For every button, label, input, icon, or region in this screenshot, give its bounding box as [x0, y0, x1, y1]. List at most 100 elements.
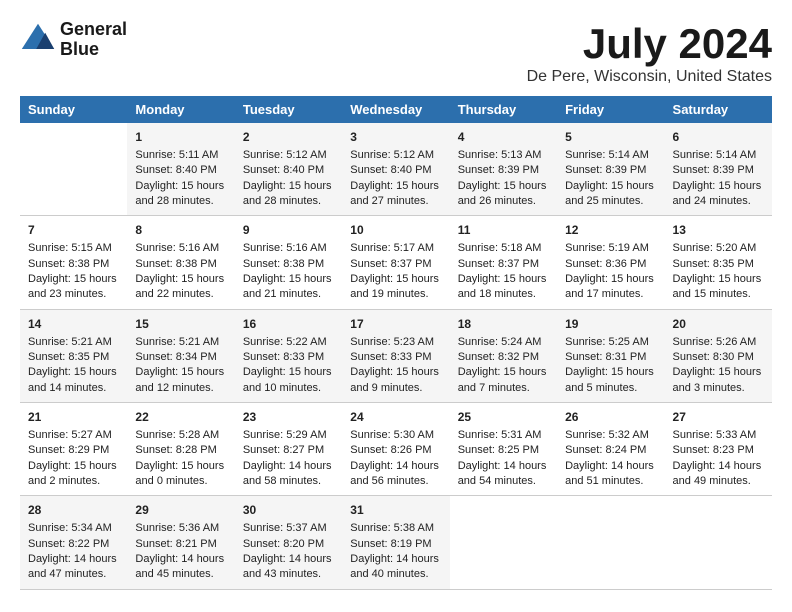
day-info-line: Sunrise: 5:21 AM	[28, 336, 112, 348]
day-info-line: Sunrise: 5:26 AM	[673, 336, 757, 348]
day-info-line: Sunset: 8:34 PM	[135, 351, 216, 363]
day-number: 23	[243, 409, 334, 426]
logo-icon	[20, 22, 56, 58]
day-info-line: Daylight: 15 hours	[673, 180, 762, 192]
day-info-line: Sunrise: 5:13 AM	[458, 149, 542, 161]
day-info-line: Sunrise: 5:23 AM	[350, 336, 434, 348]
day-number: 25	[458, 409, 549, 426]
day-info-line: Sunset: 8:32 PM	[458, 351, 539, 363]
day-info-line: Daylight: 15 hours	[243, 180, 332, 192]
page-header: General Blue July 2024 De Pere, Wisconsi…	[20, 20, 772, 86]
calendar-cell: 13Sunrise: 5:20 AMSunset: 8:35 PMDayligh…	[665, 216, 772, 309]
day-info-line: Sunset: 8:33 PM	[243, 351, 324, 363]
day-info-line: and 28 minutes.	[135, 195, 213, 207]
calendar-cell: 18 Sunrise: 5:24 AM Sunset: 8:32 PM Dayligh…	[450, 309, 557, 402]
day-number: 30	[243, 502, 334, 519]
calendar-cell	[665, 496, 772, 589]
day-info-line: Sunrise: 5:16 AM	[243, 242, 327, 254]
day-info-line: and 2 minutes.	[28, 475, 100, 487]
day-info-line: Daylight: 14 hours	[673, 460, 762, 472]
day-info-line: Sunrise: 5:36 AM	[135, 522, 219, 534]
calendar-cell: 19Sunrise: 5:25 AMSunset: 8:31 PMDayligh…	[557, 309, 664, 402]
calendar-cell: 9Sunrise: 5:16 AMSunset: 8:38 PMDaylight…	[235, 216, 342, 309]
calendar-cell: 14Sunrise: 5:21 AMSunset: 8:35 PMDayligh…	[20, 309, 127, 402]
day-info-line: Sunrise: 5:20 AM	[673, 242, 757, 254]
day-info-line: Sunset: 8:36 PM	[565, 258, 646, 270]
day-number: 3	[350, 129, 441, 146]
day-info-line: Sunrise: 5:28 AM	[135, 429, 219, 441]
day-info-line: and 12 minutes.	[135, 382, 213, 394]
calendar-cell: 7Sunrise: 5:15 AMSunset: 8:38 PMDaylight…	[20, 216, 127, 309]
day-number: 10	[350, 222, 441, 239]
day-number: 1	[135, 129, 226, 146]
day-info-line: Daylight: 15 hours	[350, 366, 439, 378]
day-info-line: Daylight: 15 hours	[135, 460, 224, 472]
day-info-line: Daylight: 15 hours	[28, 273, 117, 285]
day-info-line: Daylight: 15 hours	[243, 273, 332, 285]
calendar-week-row: 7Sunrise: 5:15 AMSunset: 8:38 PMDaylight…	[20, 216, 772, 309]
day-number: 26	[565, 409, 656, 426]
day-info-line: Sunrise: 5:18 AM	[458, 242, 542, 254]
day-info-line: Daylight: 14 hours	[350, 553, 439, 565]
day-info-line: Sunset: 8:37 PM	[350, 258, 431, 270]
day-info-line: Daylight: 14 hours	[243, 553, 332, 565]
day-info-line: Sunset: 8:33 PM	[350, 351, 431, 363]
day-number: 20	[673, 316, 764, 333]
calendar-cell: 27Sunrise: 5:33 AMSunset: 8:23 PMDayligh…	[665, 403, 772, 496]
day-info-line: Daylight: 15 hours	[350, 180, 439, 192]
calendar-cell: 29Sunrise: 5:36 AMSunset: 8:21 PMDayligh…	[127, 496, 234, 589]
day-info-line: and 18 minutes.	[458, 288, 536, 300]
day-info-line: and 28 minutes.	[243, 195, 321, 207]
day-info-line: and 25 minutes.	[565, 195, 643, 207]
day-info-line: and 5 minutes.	[565, 382, 637, 394]
calendar-cell: 5Sunrise: 5:14 AMSunset: 8:39 PMDaylight…	[557, 123, 664, 216]
day-info-line: Sunset: 8:27 PM	[243, 444, 324, 456]
day-number: 8	[135, 222, 226, 239]
calendar-cell	[20, 123, 127, 216]
day-number: 14	[28, 316, 119, 333]
day-info-line: and 9 minutes.	[350, 382, 422, 394]
day-info-line: Daylight: 14 hours	[458, 460, 547, 472]
day-number: 4	[458, 129, 549, 146]
day-number: 18	[458, 316, 549, 333]
day-info-line: Sunset: 8:38 PM	[28, 258, 109, 270]
day-info-line: Sunset: 8:28 PM	[135, 444, 216, 456]
day-info-line: and 3 minutes.	[673, 382, 745, 394]
day-info-line: Sunset: 8:39 PM	[458, 164, 539, 176]
day-info-line: Sunset: 8:35 PM	[673, 258, 754, 270]
calendar-cell: 26Sunrise: 5:32 AMSunset: 8:24 PMDayligh…	[557, 403, 664, 496]
calendar-cell	[557, 496, 664, 589]
day-info-line: Daylight: 15 hours	[458, 273, 547, 285]
header-row: SundayMondayTuesdayWednesdayThursdayFrid…	[20, 96, 772, 123]
calendar-week-row: 14Sunrise: 5:21 AMSunset: 8:35 PMDayligh…	[20, 309, 772, 402]
day-info-line: Daylight: 15 hours	[458, 366, 547, 378]
calendar-cell: 8Sunrise: 5:16 AMSunset: 8:38 PMDaylight…	[127, 216, 234, 309]
day-info-line: Daylight: 15 hours	[565, 366, 654, 378]
header-day: Thursday	[450, 96, 557, 123]
calendar-cell: 31Sunrise: 5:38 AMSunset: 8:19 PMDayligh…	[342, 496, 449, 589]
day-number: 9	[243, 222, 334, 239]
day-info-line: Sunrise: 5:31 AM	[458, 429, 542, 441]
day-info-line: Sunset: 8:22 PM	[28, 538, 109, 550]
header-day: Sunday	[20, 96, 127, 123]
calendar-header: SundayMondayTuesdayWednesdayThursdayFrid…	[20, 96, 772, 123]
day-info-line: Sunset: 8:37 PM	[458, 258, 539, 270]
day-number: 21	[28, 409, 119, 426]
day-info-line: Sunrise: 5:24 AM	[458, 336, 542, 348]
day-info-line: Sunrise: 5:12 AM	[350, 149, 434, 161]
day-number: 16	[243, 316, 334, 333]
subtitle: De Pere, Wisconsin, United States	[527, 68, 772, 86]
logo: General Blue	[20, 20, 127, 60]
day-info-line: Sunrise: 5:37 AM	[243, 522, 327, 534]
day-info-line: Daylight: 14 hours	[135, 553, 224, 565]
day-info-line: Sunrise: 5:22 AM	[243, 336, 327, 348]
day-info-line: and 27 minutes.	[350, 195, 428, 207]
calendar-cell: 10Sunrise: 5:17 AMSunset: 8:37 PMDayligh…	[342, 216, 449, 309]
day-number: 27	[673, 409, 764, 426]
day-number: 12	[565, 222, 656, 239]
day-number: 7	[28, 222, 119, 239]
day-info-line: Sunrise: 5:25 AM	[565, 336, 649, 348]
day-info-line: and 58 minutes.	[243, 475, 321, 487]
day-info-line: and 40 minutes.	[350, 568, 428, 580]
calendar-cell: 21Sunrise: 5:27 AMSunset: 8:29 PMDayligh…	[20, 403, 127, 496]
